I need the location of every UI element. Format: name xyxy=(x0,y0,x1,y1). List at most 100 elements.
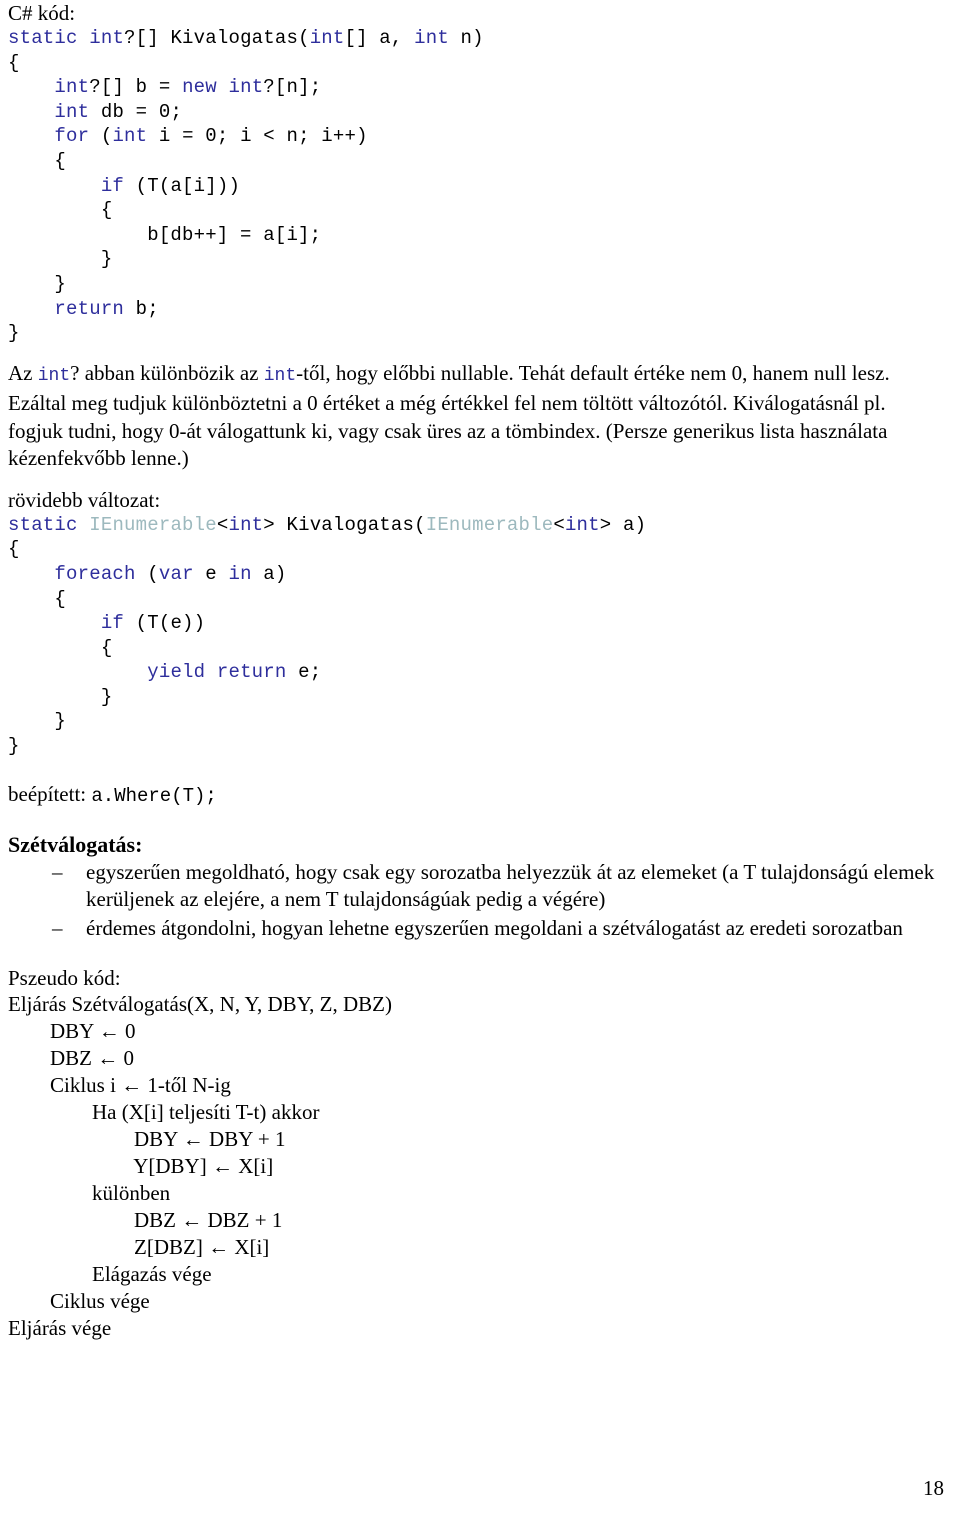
code-token: static xyxy=(8,513,78,536)
code-token: for xyxy=(54,125,90,148)
shorter-version-label: rövidebb változat: xyxy=(8,487,161,512)
partition-bullet-list: – egyszerűen megoldható, hogy csak egy so… xyxy=(0,859,960,943)
code-token: (T(a[i])) xyxy=(124,174,241,197)
code-token: > Kivalogatas( xyxy=(263,513,426,536)
code-line: for (int i = 0; i < n; i++) xyxy=(8,124,960,149)
code-line: int db = 0; xyxy=(8,100,960,125)
code-line: } xyxy=(8,709,960,734)
pseudocode-line: DBY ← 0 xyxy=(8,1019,136,1044)
code-token: yield xyxy=(147,661,206,684)
inline-code-token: int xyxy=(37,365,71,386)
csharp-code-label: C# kód: xyxy=(8,1,76,25)
code-token: e xyxy=(193,562,229,585)
code-token: { xyxy=(8,51,20,74)
pseudocode-line: különben xyxy=(8,1181,171,1206)
document-page: C# kód: static int?[] Kivalogatas(int[] … xyxy=(0,0,960,1514)
code-token: i = 0; i < n; i++) xyxy=(147,125,368,148)
code-line: yield return e; xyxy=(8,660,960,685)
pseudocode-line: Z[DBZ] ← X[i] xyxy=(8,1235,270,1260)
code-token: IEnumerable xyxy=(89,513,217,536)
code-token: } xyxy=(8,685,113,708)
code-token: { xyxy=(8,587,67,610)
pseudocode-line: DBY ← DBY + 1 xyxy=(8,1127,286,1152)
code-token: ( xyxy=(135,562,159,585)
code-line: { xyxy=(8,587,960,612)
code-line: if (T(e)) xyxy=(8,611,960,636)
code-block-kivalogatas-array: static int?[] Kivalogatas(int[] a, int n… xyxy=(0,26,960,346)
code-line: { xyxy=(8,537,960,562)
code-token: int xyxy=(228,76,264,99)
code-token: } xyxy=(8,248,113,271)
code-token: in xyxy=(228,562,252,585)
code-line: static int?[] Kivalogatas(int[] a, int n… xyxy=(8,26,960,51)
bullet-dash-icon: – xyxy=(52,859,63,884)
code-token: e; xyxy=(286,661,322,684)
code-token: ( xyxy=(89,125,113,148)
code-line: return b; xyxy=(8,297,960,322)
code-line: foreach (var e in a) xyxy=(8,562,960,587)
pseudocode-line: Y[DBY] ← X[i] xyxy=(8,1154,274,1179)
bullet-dash-icon: – xyxy=(52,915,63,940)
pseudocode-line: Ha (X[i] teljesíti T-t) akkor xyxy=(8,1100,320,1125)
code-token: } xyxy=(8,272,67,295)
pseudocode-line: Eljárás vége xyxy=(8,1316,112,1341)
code-line: { xyxy=(8,198,960,223)
code-token: IEnumerable xyxy=(425,513,554,536)
code-token: ?[] Kivalogatas( xyxy=(124,27,310,49)
inline-code-token: int xyxy=(263,365,297,386)
code-token: [] a, xyxy=(344,27,415,49)
code-token: } xyxy=(8,735,20,758)
code-token: db = 0; xyxy=(89,100,183,123)
code-token: ?[n]; xyxy=(263,76,322,99)
code-token: return xyxy=(54,297,125,320)
code-line: } xyxy=(8,247,960,272)
page-number: 18 xyxy=(923,1476,944,1500)
code-token: } xyxy=(8,322,20,345)
code-token: new xyxy=(182,76,217,99)
pseudocode-line: Ciklus i ← 1-től N-ig xyxy=(8,1073,231,1098)
code-token: static xyxy=(8,27,78,49)
code-token: > a) xyxy=(599,513,647,536)
code-token: if xyxy=(100,612,125,635)
code-line: } xyxy=(8,734,960,759)
code-token: a) xyxy=(251,562,287,585)
code-token: int xyxy=(112,125,148,148)
code-line: } xyxy=(8,321,960,346)
paragraph-text: Az xyxy=(8,360,38,385)
code-token: int xyxy=(89,27,125,49)
code-token: int xyxy=(228,513,264,536)
code-token: { xyxy=(8,636,113,659)
code-token: int xyxy=(414,27,449,49)
pseudocode-label: Pszeudo kód: xyxy=(8,966,121,991)
pseudocode-line: DBZ ← 0 xyxy=(8,1046,134,1071)
code-token: b[db++] = a[i]; xyxy=(8,223,322,246)
code-line: static IEnumerable<int> Kivalogatas(IEnu… xyxy=(8,513,960,538)
code-token: { xyxy=(8,538,20,561)
list-item-text: egyszerűen megoldható, hogy csak egy sor… xyxy=(86,859,935,912)
code-token: { xyxy=(8,149,67,172)
builtin-method-line: beépített: a.Where(T); xyxy=(0,781,960,809)
pseudocode-line: DBZ ← DBZ + 1 xyxy=(8,1208,283,1233)
code-token: int xyxy=(309,27,345,49)
code-block-kivalogatas-ienumerable: static IEnumerable<int> Kivalogatas(IEnu… xyxy=(0,513,960,759)
code-token: return xyxy=(216,661,287,684)
code-line: { xyxy=(8,636,960,661)
code-token: (T(e)) xyxy=(124,612,206,635)
pseudocode-block: Eljárás Szétválogatás(X, N, Y, DBY, Z, D… xyxy=(0,991,960,1342)
paragraph-text: ? abban különbözik az xyxy=(70,360,264,385)
pseudocode-line: Eljárás Szétválogatás(X, N, Y, DBY, Z, D… xyxy=(8,992,392,1017)
code-token: foreach xyxy=(54,562,136,585)
